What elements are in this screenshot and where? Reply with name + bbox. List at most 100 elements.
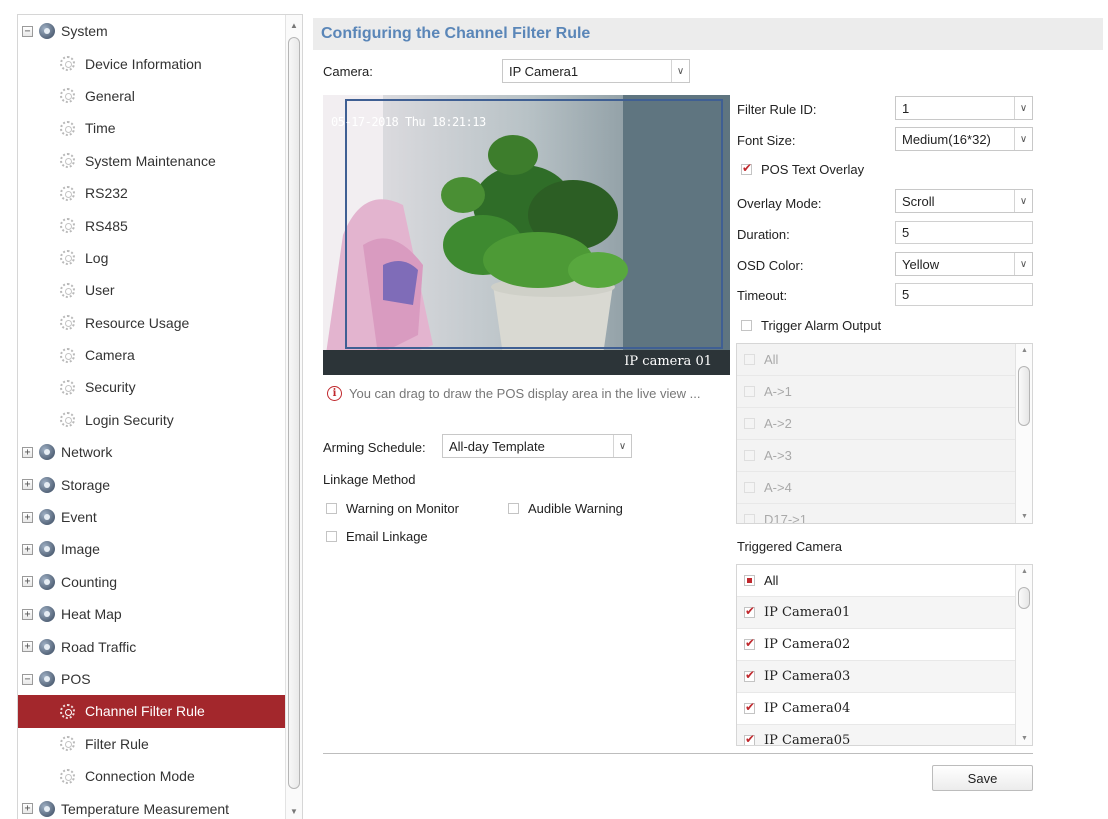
expand-icon[interactable]: + — [22, 803, 33, 815]
chevron-down-icon[interactable]: ∨ — [1014, 128, 1032, 150]
scroll-up-icon[interactable]: ▲ — [290, 21, 298, 30]
email-linkage-label: Email Linkage — [346, 529, 428, 544]
arming-schedule-select[interactable]: All-day Template ∨ — [442, 434, 632, 458]
camera-checkbox[interactable] — [744, 636, 755, 650]
camera-checkbox[interactable] — [744, 604, 755, 618]
expand-icon[interactable]: + — [22, 576, 33, 588]
scrollbar-thumb[interactable] — [1018, 587, 1030, 609]
list-item[interactable]: IP Camera05 — [737, 725, 1016, 746]
list-item[interactable]: IP Camera04 — [737, 693, 1016, 725]
chevron-down-icon[interactable]: ∨ — [1014, 97, 1032, 119]
chevron-down-icon[interactable]: ∨ — [671, 60, 689, 82]
audible-warning-option[interactable]: Audible Warning — [508, 501, 623, 516]
scroll-down-icon[interactable]: ▼ — [1021, 513, 1028, 520]
tree-item-device-information[interactable]: Device Information — [18, 47, 286, 79]
timeout-input[interactable]: 5 — [895, 283, 1033, 306]
email-linkage-checkbox[interactable] — [326, 531, 337, 542]
pos-text-overlay-checkbox[interactable] — [741, 161, 752, 175]
expand-icon[interactable]: + — [22, 446, 33, 458]
trigger-alarm-output-label: Trigger Alarm Output — [761, 318, 882, 333]
chevron-down-icon[interactable]: ∨ — [1014, 190, 1032, 212]
email-linkage-option[interactable]: Email Linkage — [326, 529, 428, 544]
tree-item-login-security[interactable]: Login Security — [18, 404, 286, 436]
tree-item-security[interactable]: Security — [18, 371, 286, 403]
overlay-mode-select[interactable]: Scroll ∨ — [895, 189, 1033, 213]
pos-display-area[interactable] — [345, 99, 723, 349]
tree-item-image[interactable]: + Image — [18, 533, 286, 565]
camera-select-value: IP Camera1 — [509, 63, 579, 79]
list-item: A->1 — [737, 376, 1016, 408]
duration-input[interactable]: 5 — [895, 221, 1033, 244]
list-item[interactable]: IP Camera02 — [737, 629, 1016, 661]
save-button[interactable]: Save — [932, 765, 1033, 791]
scroll-down-icon[interactable]: ▼ — [290, 807, 298, 816]
triggered-camera-scrollbar[interactable]: ▲ ▼ — [1015, 565, 1032, 745]
scroll-down-icon[interactable]: ▼ — [1021, 735, 1028, 742]
trigger-alarm-output-option[interactable]: Trigger Alarm Output — [741, 318, 881, 333]
alarm-output-checkbox — [744, 418, 755, 429]
tree-item-system[interactable]: − System — [18, 15, 286, 47]
tree-item-camera[interactable]: Camera — [18, 339, 286, 371]
trigger-alarm-output-checkbox[interactable] — [741, 320, 752, 331]
list-item-label: IP Camera05 — [764, 733, 851, 746]
tree-item-log[interactable]: Log — [18, 242, 286, 274]
list-item[interactable]: IP Camera03 — [737, 661, 1016, 693]
page-title: Configuring the Channel Filter Rule — [321, 25, 591, 42]
camera-checkbox[interactable] — [744, 668, 755, 682]
font-size-select[interactable]: Medium(16*32) ∨ — [895, 127, 1033, 151]
osd-color-select[interactable]: Yellow ∨ — [895, 252, 1033, 276]
tree-item-resource-usage[interactable]: Resource Usage — [18, 307, 286, 339]
warning-on-monitor-option[interactable]: Warning on Monitor — [326, 501, 459, 516]
tree-item-network[interactable]: + Network — [18, 436, 286, 468]
tree-item-heat-map[interactable]: + Heat Map — [18, 598, 286, 630]
timeout-value: 5 — [902, 287, 910, 302]
tree-item-rs232[interactable]: RS232 — [18, 177, 286, 209]
tree-item-storage[interactable]: + Storage — [18, 468, 286, 500]
alarm-output-scrollbar[interactable]: ▲ ▼ — [1015, 344, 1032, 523]
camera-checkbox[interactable] — [744, 732, 755, 745]
tree-item-system-maintenance[interactable]: System Maintenance — [18, 145, 286, 177]
tree-item-connection-mode[interactable]: Connection Mode — [18, 760, 286, 792]
expand-icon[interactable]: + — [22, 479, 33, 491]
tree-item-rs485[interactable]: RS485 — [18, 209, 286, 241]
select-all-checkbox[interactable] — [744, 575, 755, 586]
gear-icon — [60, 703, 75, 719]
gear-icon — [60, 88, 75, 104]
tree-item-temperature-measurement[interactable]: + Temperature Measurement — [18, 792, 286, 819]
live-view[interactable]: 05-17-2018 Thu 18:21:13 IP camera 01 — [323, 95, 730, 375]
expand-icon[interactable]: + — [22, 511, 33, 523]
scroll-up-icon[interactable]: ▲ — [1021, 347, 1028, 354]
list-item[interactable]: IP Camera01 — [737, 597, 1016, 629]
scrollbar-thumb[interactable] — [288, 37, 300, 789]
tree-item-pos[interactable]: − POS — [18, 663, 286, 695]
tree-item-counting[interactable]: + Counting — [18, 566, 286, 598]
tree-item-general[interactable]: General — [18, 80, 286, 112]
tree-item-channel-filter-rule[interactable]: Channel Filter Rule — [18, 695, 286, 728]
expand-icon[interactable]: + — [22, 543, 33, 555]
expand-icon[interactable]: + — [22, 641, 33, 653]
scrollbar-thumb[interactable] — [1018, 366, 1030, 426]
triggered-camera-list[interactable]: All IP Camera01 IP Camera02 IP Camera03 … — [736, 564, 1033, 746]
alarm-output-list[interactable]: All A->1 A->2 A->3 A->4 D17->1 ▲ ▼ — [736, 343, 1033, 524]
collapse-icon[interactable]: − — [22, 25, 33, 37]
collapse-icon[interactable]: − — [22, 673, 33, 685]
expand-icon[interactable]: + — [22, 608, 33, 620]
sidebar-scrollbar[interactable]: ▲ ▼ — [285, 15, 302, 819]
tree-item-time[interactable]: Time — [18, 112, 286, 144]
tree-item-label: Counting — [61, 573, 118, 590]
camera-select[interactable]: IP Camera1 ∨ — [502, 59, 690, 83]
audible-warning-checkbox[interactable] — [508, 503, 519, 514]
chevron-down-icon[interactable]: ∨ — [1014, 253, 1032, 275]
list-item-label: IP Camera03 — [764, 669, 851, 684]
pos-text-overlay-option[interactable]: POS Text Overlay — [741, 161, 864, 177]
camera-checkbox[interactable] — [744, 700, 755, 714]
list-item[interactable]: All — [737, 565, 1016, 597]
tree-item-user[interactable]: User — [18, 274, 286, 306]
warning-on-monitor-checkbox[interactable] — [326, 503, 337, 514]
filter-rule-id-select[interactable]: 1 ∨ — [895, 96, 1033, 120]
tree-item-event[interactable]: + Event — [18, 501, 286, 533]
scroll-up-icon[interactable]: ▲ — [1021, 568, 1028, 575]
chevron-down-icon[interactable]: ∨ — [613, 435, 631, 457]
tree-item-filter-rule[interactable]: Filter Rule — [18, 728, 286, 760]
tree-item-road-traffic[interactable]: + Road Traffic — [18, 630, 286, 662]
